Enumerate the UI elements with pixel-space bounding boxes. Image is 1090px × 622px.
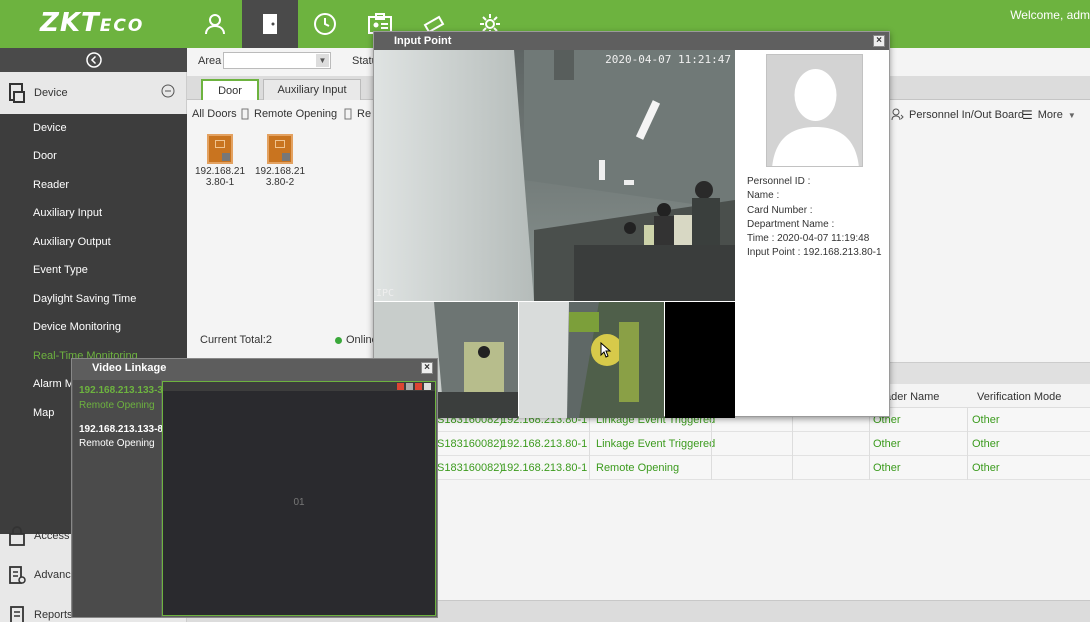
door-card-label: 192.168.21 [254, 166, 306, 177]
tab-auxiliary-input[interactable]: Auxiliary Input [263, 79, 361, 100]
input-point-name: Input Point : 192.168.213.80-1 [747, 247, 882, 259]
door-icon[interactable] [242, 0, 298, 48]
sidebar-group-label: Device [34, 87, 68, 99]
person-board-icon [891, 108, 904, 121]
area-select[interactable]: ▼ [223, 52, 331, 69]
camera-feed-3[interactable] [519, 302, 664, 418]
personnel-info: Personnel ID : Name : Card Number : Depa… [747, 175, 887, 261]
close-icon[interactable]: × [873, 35, 885, 47]
card-number: Card Number : [747, 204, 813, 216]
remote-closing-button[interactable]: Re [344, 108, 371, 120]
video-player[interactable]: 01 [162, 381, 436, 616]
linkage-item-ip[interactable]: 192.168.213.133-3 [79, 385, 163, 397]
player-controls-icon[interactable] [397, 383, 433, 390]
chevron-down-icon: ▼ [1067, 110, 1076, 120]
sidebar-group-label: Access [34, 530, 70, 542]
collapse-button[interactable] [0, 48, 187, 72]
video-channel-label: 01 [293, 497, 305, 508]
linkage-item-event[interactable]: Remote Opening [79, 400, 155, 412]
sidebar-item-daylight-saving[interactable]: Daylight Saving Time [33, 293, 136, 305]
video-linkage-list: 192.168.213.133-3 Remote Opening 192.168… [73, 380, 163, 617]
area-label: Area [198, 55, 222, 67]
ipc-label: IPC [376, 288, 395, 299]
close-icon[interactable]: × [421, 362, 433, 374]
camera-image [374, 50, 735, 301]
popup-title: Input Point [374, 32, 889, 50]
sidebar-item-auxiliary-output[interactable]: Auxiliary Output [33, 236, 111, 248]
door-card-label: 3.80-1 [205, 177, 235, 188]
sidebar-group-label: Reports [34, 609, 73, 621]
camera-image [519, 302, 664, 418]
linkage-item-ip[interactable]: 192.168.213.133-8 [79, 424, 163, 436]
sidebar-item-event-type[interactable]: Event Type [33, 264, 88, 276]
door-small-icon [241, 108, 249, 120]
input-point-popup: Input Point × 2020-04-07 11:21:47 IPC Pe… [373, 31, 890, 418]
sidebar-item-auxiliary-input[interactable]: Auxiliary Input [33, 207, 102, 219]
personnel-board-button[interactable]: Personnel In/Out Board [891, 108, 1024, 121]
door-card-label: 192.168.21 [194, 166, 246, 177]
sidebar-item-map[interactable]: Map [33, 407, 54, 419]
popup-title: Video Linkage [92, 362, 167, 374]
sidebar-item-alarm-monitoring[interactable]: Alarm M [33, 378, 74, 390]
door-lock-icon [207, 134, 233, 164]
chevron-down-icon: ▼ [316, 54, 329, 67]
door-small-icon [344, 108, 352, 120]
welcome-text: Welcome, adm [1010, 8, 1090, 22]
camera-feed-4[interactable] [665, 302, 735, 418]
device-icon [0, 82, 34, 104]
video-player-toolbar [163, 382, 435, 391]
sidebar-group-device[interactable]: Device [0, 72, 187, 114]
clock-icon[interactable] [297, 0, 353, 48]
chevron-left-icon [85, 52, 102, 68]
mouse-cursor-icon [600, 342, 612, 358]
sidebar-item-device-monitoring[interactable]: Device Monitoring [33, 321, 121, 333]
avatar-icon [767, 55, 862, 166]
column-reader-name: ader Name [885, 391, 940, 403]
department-name: Department Name : [747, 218, 835, 230]
sidebar-group-label: Advanc [34, 569, 71, 581]
menu-icon: ☰ [1022, 108, 1033, 122]
video-timestamp: 2020-04-07 11:21:47 [605, 53, 731, 66]
online-dot-icon [335, 336, 342, 344]
door-card[interactable]: 192.168.21 3.80-2 [253, 134, 307, 188]
event-time: Time : 2020-04-07 11:19:48 [747, 233, 870, 245]
door-card-label: 3.80-2 [265, 177, 295, 188]
door-lock-icon [267, 134, 293, 164]
column-verification-mode: Verification Mode [977, 391, 1062, 403]
logo: ZKTECO [40, 8, 145, 38]
personnel-name: Name : [747, 190, 780, 202]
linkage-item-event[interactable]: Remote Opening [79, 438, 155, 450]
tab-door[interactable]: Door [201, 79, 259, 100]
camera-feed-main[interactable]: 2020-04-07 11:21:47 IPC [374, 50, 735, 301]
personnel-photo [766, 54, 863, 167]
personnel-id: Personnel ID : [747, 176, 811, 187]
online-status: Online [335, 334, 378, 346]
collapse-minus-icon[interactable] [161, 84, 175, 101]
video-linkage-popup: Video Linkage × 192.168.213.133-3 Remote… [71, 358, 438, 618]
current-total: Current Total:2 [200, 334, 272, 346]
sidebar-item-device[interactable]: Device [33, 122, 67, 134]
sidebar-item-reader[interactable]: Reader [33, 179, 69, 191]
lock-icon [0, 526, 34, 546]
more-button[interactable]: ☰ More ▼ [1022, 108, 1076, 122]
sidebar-item-door[interactable]: Door [33, 150, 57, 162]
advanced-icon [0, 565, 34, 585]
reports-icon [0, 605, 34, 622]
person-icon[interactable] [187, 0, 243, 48]
door-card[interactable]: 192.168.21 3.80-1 [193, 134, 247, 188]
all-doors-button[interactable]: All Doors [192, 108, 237, 120]
remote-opening-button[interactable]: Remote Opening [241, 108, 337, 120]
